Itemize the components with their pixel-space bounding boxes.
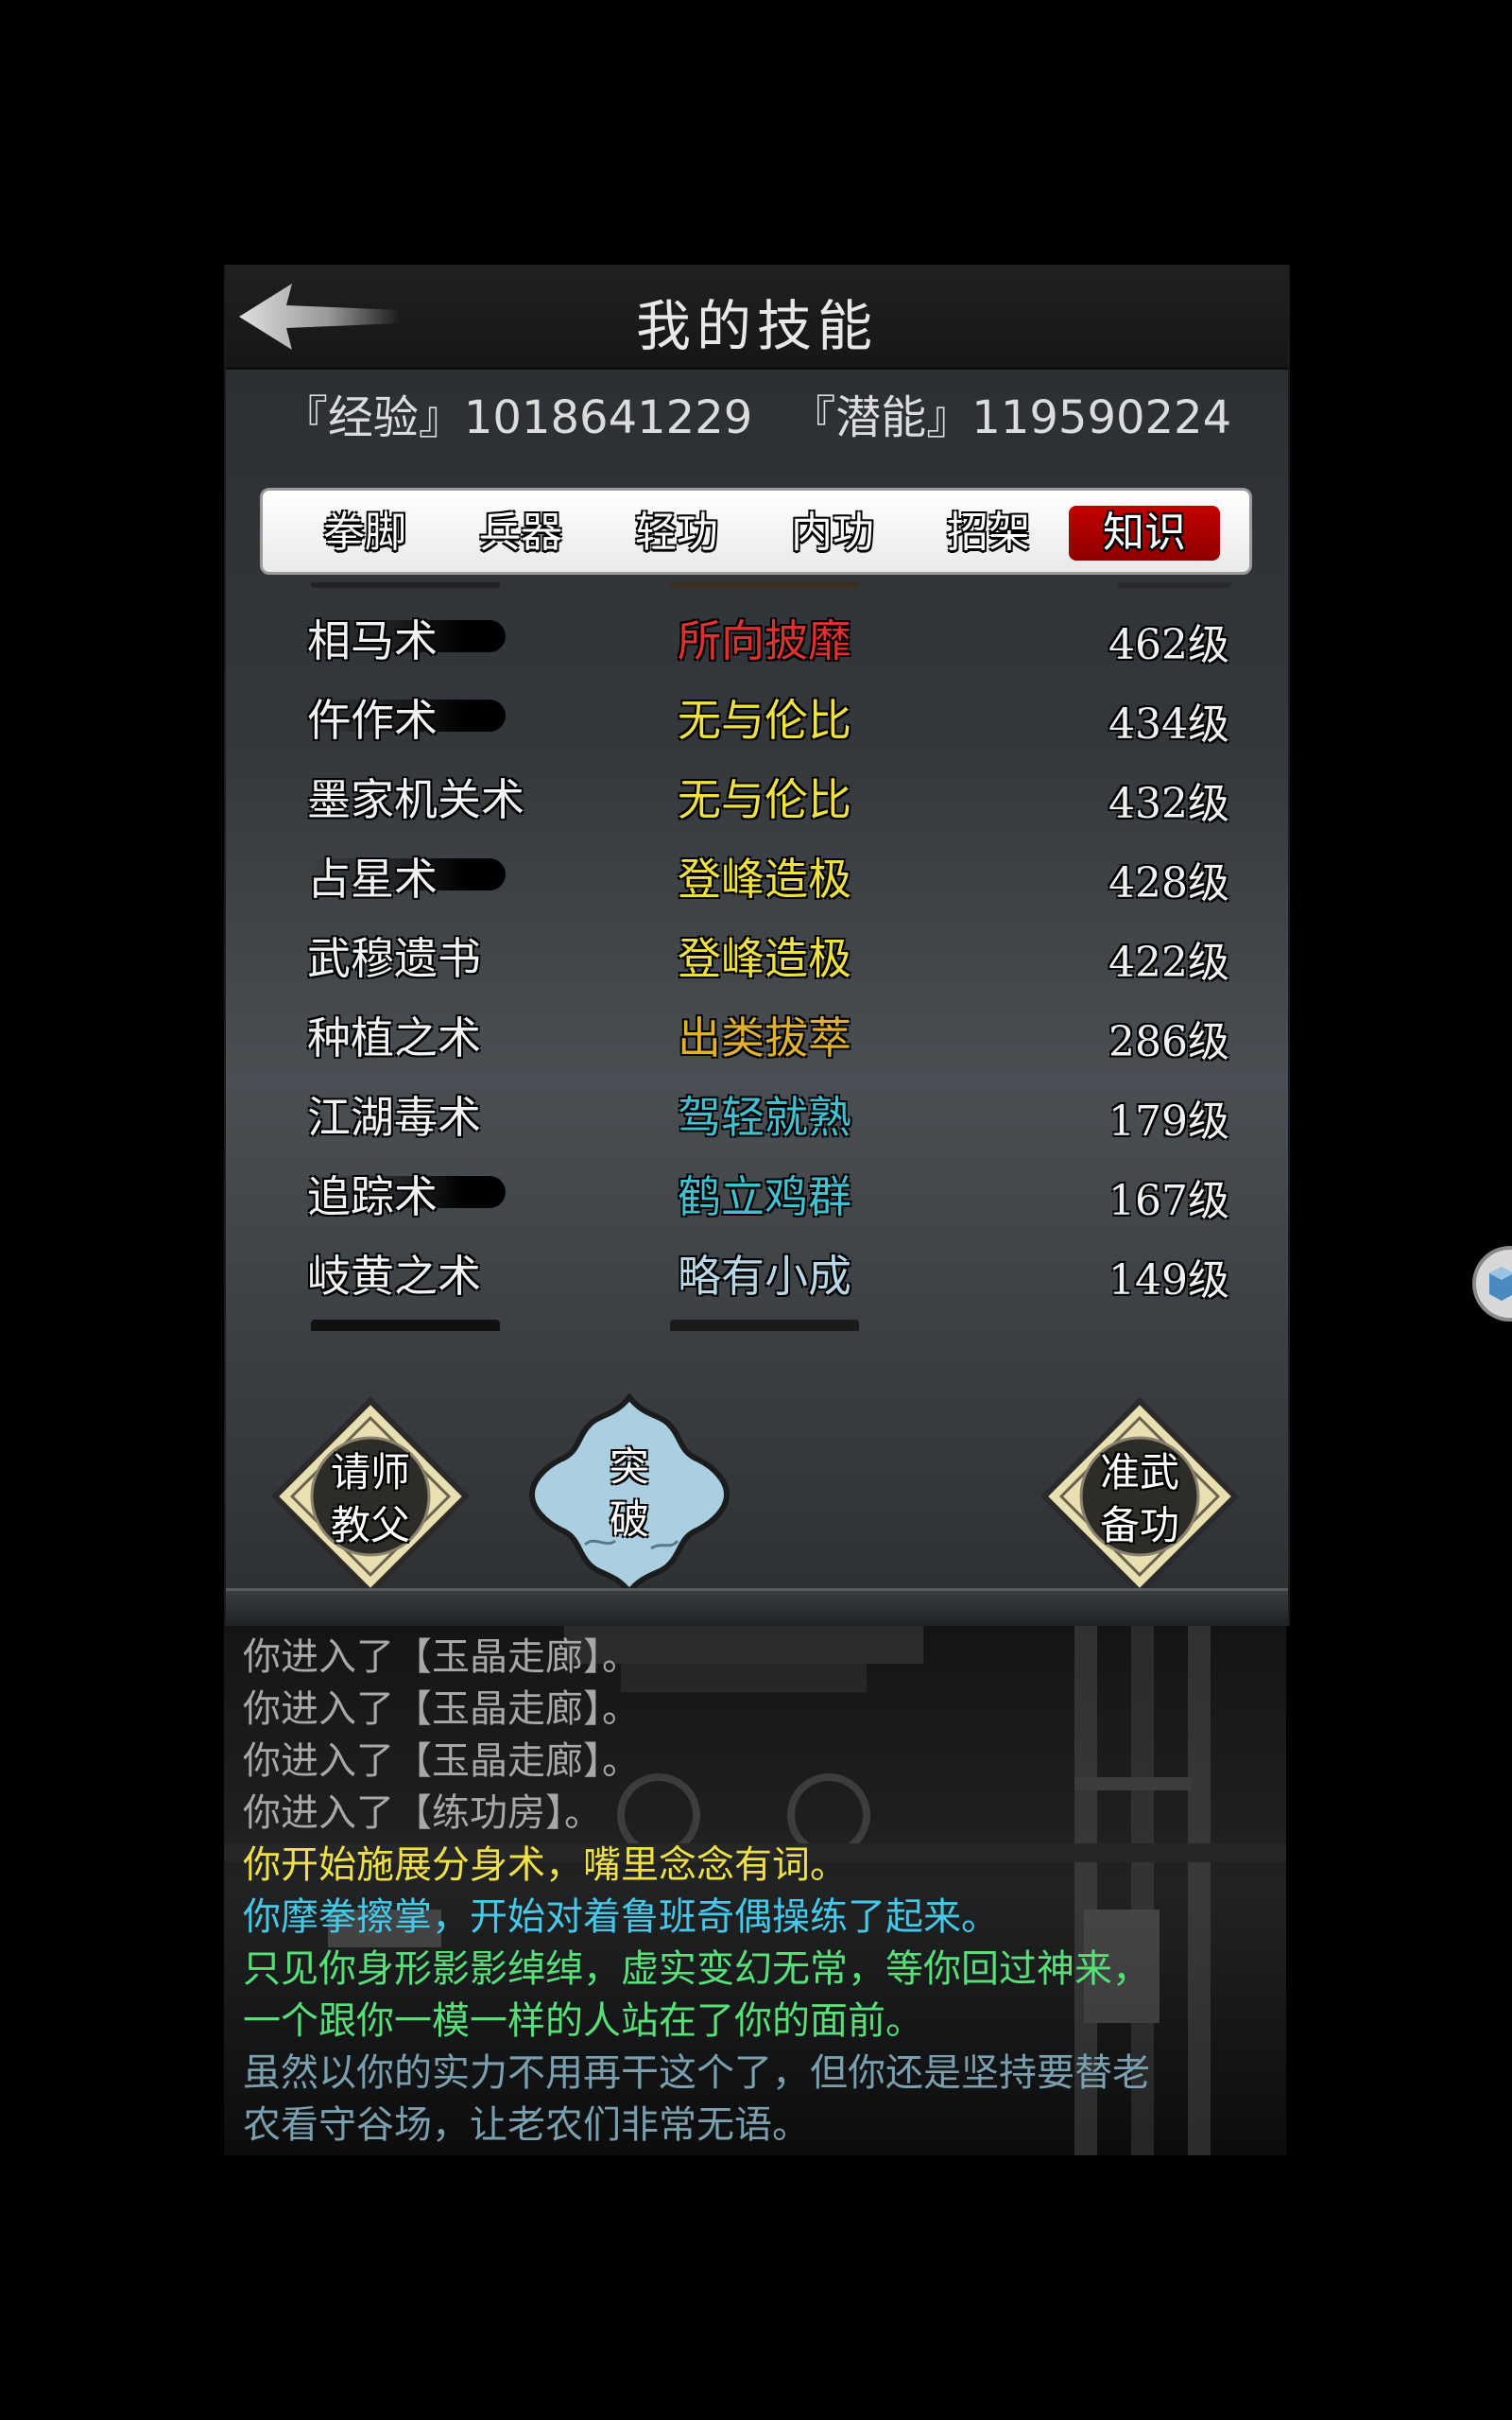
log-line: 你进入了【玉晶走廊】。 (243, 1739, 640, 1783)
teacher-label-line1: 请师 (330, 1449, 410, 1495)
list-item[interactable]: 占星术 登峰造极 428级 (226, 839, 1288, 915)
exp-value: 1018641229 (463, 391, 753, 444)
skill-name: 武穆遗书 (307, 933, 481, 984)
partial-row-top (311, 582, 1231, 601)
skill-name: 相马术 (307, 615, 438, 666)
skill-name: 江湖毒术 (307, 1092, 481, 1143)
page-title: 我的技能 (635, 294, 878, 358)
skill-name: 种植之术 (307, 1012, 481, 1063)
skill-rank: 登峰造极 (678, 854, 851, 905)
skill-level: 167级 (1108, 1177, 1229, 1225)
log-line: 你进入了【玉晶走廊】。 (243, 1687, 640, 1731)
game-screen: 我的技能 『经验』1018641229 『潜能』119590224 拳脚 兵器 轻… (0, 0, 1512, 2420)
log-line: 你摩拳擦掌，开始对着鲁班奇偶操练了起来。 (243, 1895, 999, 1939)
list-item[interactable]: 仵作术 无与伦比 434级 (226, 681, 1288, 756)
title-bar: 我的技能 (226, 265, 1288, 370)
skill-rank: 无与伦比 (678, 774, 851, 825)
list-item[interactable]: 江湖毒术 驾轻就熟 179级 (226, 1078, 1288, 1153)
skill-category-tabs: 拳脚 兵器 轻功 内功 招架 知识 (260, 488, 1252, 575)
skill-level: 422级 (1108, 939, 1229, 987)
log-line: 虽然以你的实力不用再干这个了，但你还是坚持要替老 (243, 2051, 1150, 2095)
partial-row-bottom (311, 1320, 1231, 1331)
log-line: 你进入了【玉晶走廊】。 (243, 1635, 640, 1679)
tab-parry[interactable]: 招架 (913, 506, 1064, 561)
cube-icon (1489, 1267, 1512, 1301)
exp-label: 『经验』 (282, 391, 464, 444)
skill-rank: 出类拔萃 (678, 1012, 851, 1063)
potential-value: 119590224 (971, 391, 1232, 444)
breakthrough-button[interactable]: 突 破 (528, 1392, 730, 1597)
tab-weapon[interactable]: 兵器 (445, 506, 596, 561)
log-line: 一个跟你一模一样的人站在了你的面前。 (243, 1999, 923, 2043)
skill-rank: 登峰造极 (678, 933, 851, 984)
skill-level: 432级 (1108, 780, 1229, 828)
log-line: 你进入了【练功房】。 (243, 1791, 602, 1835)
prepare-label-line2: 备功 (1099, 1502, 1179, 1548)
panel-bottom-strip (226, 1588, 1288, 1626)
skill-name: 追踪术 (307, 1171, 438, 1222)
skill-name: 墨家机关术 (307, 774, 524, 825)
list-item[interactable]: 墨家机关术 无与伦比 432级 (226, 760, 1288, 836)
skill-level: 462级 (1108, 621, 1229, 669)
breakthrough-label: 突 破 (528, 1441, 730, 1547)
potential-label: 『潜能』 (790, 391, 972, 444)
list-item[interactable]: 种植之术 出类拔萃 286级 (226, 998, 1288, 1074)
stats-row: 『经验』1018641229 『潜能』119590224 (226, 380, 1288, 456)
skill-level: 179级 (1108, 1098, 1229, 1146)
tab-internal[interactable]: 内功 (757, 506, 908, 561)
skills-panel: 我的技能 『经验』1018641229 『潜能』119590224 拳脚 兵器 轻… (224, 265, 1290, 1626)
teacher-label-line2: 教父 (330, 1502, 410, 1548)
list-item[interactable]: 岐黄之术 略有小成 149级 (226, 1236, 1288, 1312)
skill-level: 149级 (1108, 1256, 1229, 1305)
skill-level: 434级 (1108, 700, 1229, 749)
prepare-label: 准武 备功 (1040, 1446, 1239, 1552)
floating-assistant-button[interactable] (1472, 1246, 1512, 1322)
tab-lightness[interactable]: 轻功 (601, 506, 752, 561)
teacher-button[interactable]: 请师 教父 (270, 1396, 471, 1597)
skill-rank: 鹤立鸡群 (678, 1171, 851, 1222)
list-item[interactable]: 武穆遗书 登峰造极 422级 (226, 919, 1288, 994)
skill-name: 岐黄之术 (307, 1251, 481, 1302)
list-item[interactable]: 相马术 所向披靡 462级 (226, 601, 1288, 677)
breakthrough-label-line1: 突 (609, 1443, 649, 1490)
tab-fist[interactable]: 拳脚 (289, 506, 440, 561)
list-item[interactable]: 追踪术 鹤立鸡群 167级 (226, 1157, 1288, 1233)
log-line: 农看守谷场，让老农们非常无语。 (243, 2103, 810, 2147)
skill-rank: 驾轻就熟 (678, 1092, 851, 1143)
skill-name: 仵作术 (307, 695, 438, 746)
log-line: 只见你身形影影绰绰，虚实变幻无常，等你回过神来， (243, 1947, 1150, 1991)
skill-name: 占星术 (307, 854, 438, 905)
breakthrough-label-line2: 破 (609, 1496, 649, 1543)
prepare-martial-button[interactable]: 准武 备功 (1040, 1396, 1240, 1597)
teacher-label: 请师 教父 (271, 1446, 470, 1552)
skill-rank: 所向披靡 (678, 615, 851, 666)
log-line: 你开始施展分身术，嘴里念念有词。 (243, 1843, 848, 1887)
message-log[interactable]: 你进入了【玉晶走廊】。 你进入了【玉晶走廊】。 你进入了【玉晶走廊】。 你进入了… (224, 1626, 1286, 2155)
skill-rank: 略有小成 (678, 1251, 851, 1302)
skill-level: 286级 (1108, 1018, 1229, 1066)
skill-level: 428级 (1108, 859, 1229, 908)
skill-rank: 无与伦比 (678, 695, 851, 746)
prepare-label-line1: 准武 (1099, 1449, 1179, 1495)
tab-knowledge[interactable]: 知识 (1069, 506, 1220, 561)
